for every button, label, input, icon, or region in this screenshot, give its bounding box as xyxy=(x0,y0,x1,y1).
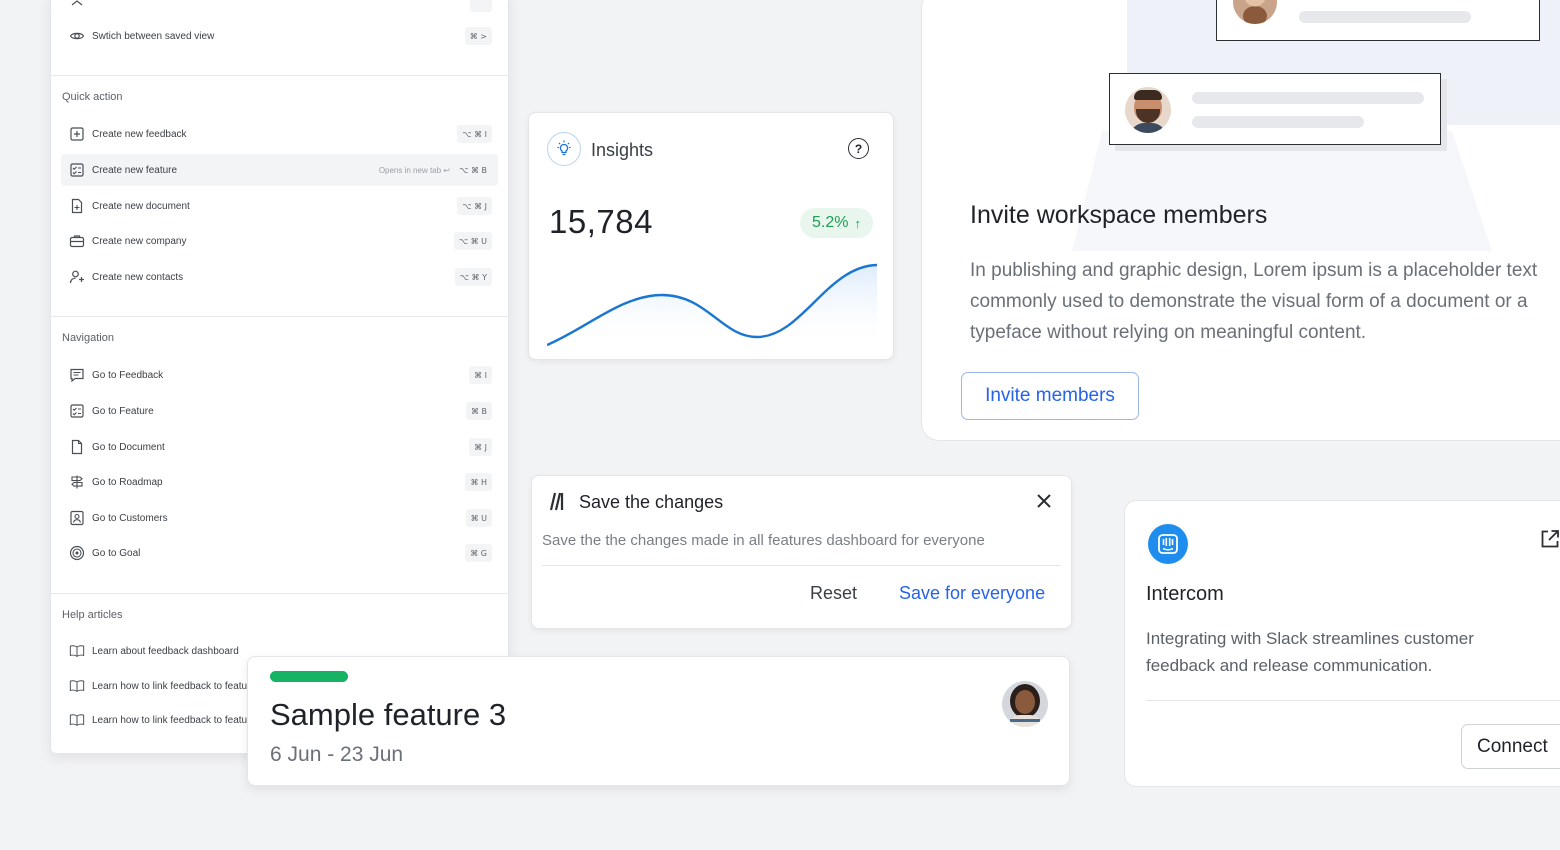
palette-item-label: Go to Goal xyxy=(92,547,141,559)
shortcut-badge: ⌘ I xyxy=(469,366,492,384)
invite-description: In publishing and graphic design, Lorem … xyxy=(970,260,1538,343)
intercom-integration-card: Intercom Integrating with Slack streamli… xyxy=(1124,500,1560,787)
palette-item-go-goal[interactable]: Go to Goal ⌘ G xyxy=(61,537,498,569)
feature-card[interactable]: Sample feature 3 6 Jun - 23 Jun xyxy=(247,656,1070,786)
shortcut-badge: ⌥ ⌘ Y xyxy=(454,268,492,286)
target-icon xyxy=(69,545,85,561)
section-title-help: Help articles xyxy=(62,609,123,621)
palette-item-create-feedback[interactable]: Create new feedback ⌥ ⌘ I xyxy=(61,118,498,150)
message-icon xyxy=(69,367,85,383)
palette-item-label: Create new document xyxy=(92,200,190,212)
section-title-navigation: Navigation xyxy=(62,332,114,344)
user-chip-placeholder xyxy=(1109,73,1441,145)
palette-item-create-company[interactable]: Create new company ⌥ ⌘ U xyxy=(61,225,498,257)
save-for-everyone-button[interactable]: Save for everyone xyxy=(899,583,1045,604)
user-avatar xyxy=(1233,0,1277,24)
shortcut-badge: ⌘ U xyxy=(465,509,492,527)
document-plus-icon xyxy=(69,198,85,214)
save-changes-dialog: Save the changes Save the the changes ma… xyxy=(531,475,1072,629)
palette-item-create-contacts[interactable]: Create new contacts ⌥ ⌘ Y xyxy=(61,261,498,293)
book-icon xyxy=(69,643,85,659)
feature-progress-bar xyxy=(270,671,348,682)
shortcut-badge: ⌥ ⌘ J xyxy=(457,197,492,215)
intercom-logo-icon xyxy=(1148,524,1188,564)
insights-value: 15,784 xyxy=(549,203,653,240)
command-palette: Swtich between saved view ⌘ > Quick acti… xyxy=(50,0,509,754)
palette-item-go-document[interactable]: Go to Document ⌘ J xyxy=(61,431,498,463)
document-icon xyxy=(69,439,85,455)
section-title-quick-action: Quick action xyxy=(62,91,123,103)
intercom-description: Integrating with Slack streamlines custo… xyxy=(1146,629,1474,675)
help-article-label: Learn how to link feedback to featu xyxy=(92,714,248,726)
spotlight-beam xyxy=(1072,131,1492,251)
palette-item-label: Create new feature xyxy=(92,164,178,176)
user-chip-placeholder xyxy=(1216,0,1540,41)
intercom-title: Intercom xyxy=(1146,583,1224,605)
shortcut-badge: ⌥ ⌘ U xyxy=(453,232,492,250)
shortcut-badge: ⌘ > xyxy=(464,27,492,45)
change-badge: 5.2% ↑ xyxy=(800,208,873,238)
palette-item-label: Go to Roadmap xyxy=(92,476,163,488)
palette-item-partial[interactable] xyxy=(61,0,498,19)
slashes-icon xyxy=(546,490,568,512)
invite-members-button[interactable]: Invite members xyxy=(961,372,1139,420)
palette-item-label: Create new company xyxy=(92,235,187,247)
palette-item-label: Go to Feature xyxy=(92,405,154,417)
save-dialog-title: Save the changes xyxy=(579,492,724,512)
checklist-icon xyxy=(69,162,85,178)
signpost-icon xyxy=(69,474,85,490)
palette-item-label: Swtich between saved view xyxy=(92,30,215,42)
user-avatar xyxy=(1125,87,1171,133)
help-circle-icon[interactable]: ? xyxy=(848,138,869,159)
help-article-label: Learn how to link feedback to featu xyxy=(92,680,248,692)
lightbulb-icon xyxy=(547,132,581,166)
user-plus-icon xyxy=(69,269,85,285)
external-link-icon[interactable] xyxy=(1539,528,1560,550)
assignee-avatar[interactable] xyxy=(1002,681,1048,727)
shortcut-badge: ⌘ G xyxy=(465,544,492,562)
insights-card: Insights ? 15,784 5.2% ↑ xyxy=(528,112,894,360)
shortcut-badge: ⌥ ⌘ I xyxy=(457,125,492,143)
connect-button[interactable]: Connect xyxy=(1461,724,1560,769)
shortcut-badge: ⌘ B xyxy=(465,402,492,420)
shortcut-badge: ⌥ ⌘ B xyxy=(459,165,487,175)
partial-icon xyxy=(69,0,85,11)
insights-sparkline xyxy=(547,263,877,348)
invite-members-card: Invite workspace members In publishing a… xyxy=(921,0,1560,441)
shortcut-badge: ⌘ J xyxy=(469,438,492,456)
invite-title: Invite workspace members xyxy=(970,201,1268,229)
palette-item-go-feature[interactable]: Go to Feature ⌘ B xyxy=(61,395,498,427)
palette-item-label: Create new contacts xyxy=(92,271,184,283)
eye-icon xyxy=(69,28,85,44)
feature-title: Sample feature 3 xyxy=(270,697,507,732)
checklist-icon xyxy=(69,403,85,419)
palette-item-label: Go to Document xyxy=(92,441,165,453)
book-icon xyxy=(69,678,85,694)
close-icon[interactable] xyxy=(1033,490,1055,512)
arrow-up-icon: ↑ xyxy=(854,215,862,231)
reset-button[interactable]: Reset xyxy=(810,583,857,604)
palette-item-label: Go to Customers xyxy=(92,512,168,524)
palette-item-create-feature[interactable]: Create new feature Opens in new tab ↩ ⌥ … xyxy=(61,154,498,186)
shortcut-badge: ⌘ H xyxy=(465,473,492,491)
change-value: 5.2% xyxy=(812,214,849,231)
open-new-tab-hint: Opens in new tab ↩ xyxy=(378,165,450,175)
palette-item-go-customers[interactable]: Go to Customers ⌘ U xyxy=(61,502,498,534)
palette-item-create-document[interactable]: Create new document ⌥ ⌘ J xyxy=(61,190,498,222)
save-dialog-description: Save the the changes made in all feature… xyxy=(542,532,985,549)
palette-item-go-feedback[interactable]: Go to Feedback ⌘ I xyxy=(61,359,498,391)
palette-item-go-roadmap[interactable]: Go to Roadmap ⌘ H xyxy=(61,466,498,498)
insights-title: Insights xyxy=(591,140,654,160)
palette-item-label: Create new feedback xyxy=(92,128,187,140)
feature-dates: 6 Jun - 23 Jun xyxy=(270,743,404,766)
palette-item-switch-view[interactable]: Swtich between saved view ⌘ > xyxy=(61,20,498,52)
palette-item-label: Go to Feedback xyxy=(92,369,164,381)
help-article-label: Learn about feedback dashboard xyxy=(92,645,239,657)
plus-square-icon xyxy=(69,126,85,142)
briefcase-icon xyxy=(69,233,85,249)
contact-card-icon xyxy=(69,510,85,526)
book-icon xyxy=(69,712,85,728)
